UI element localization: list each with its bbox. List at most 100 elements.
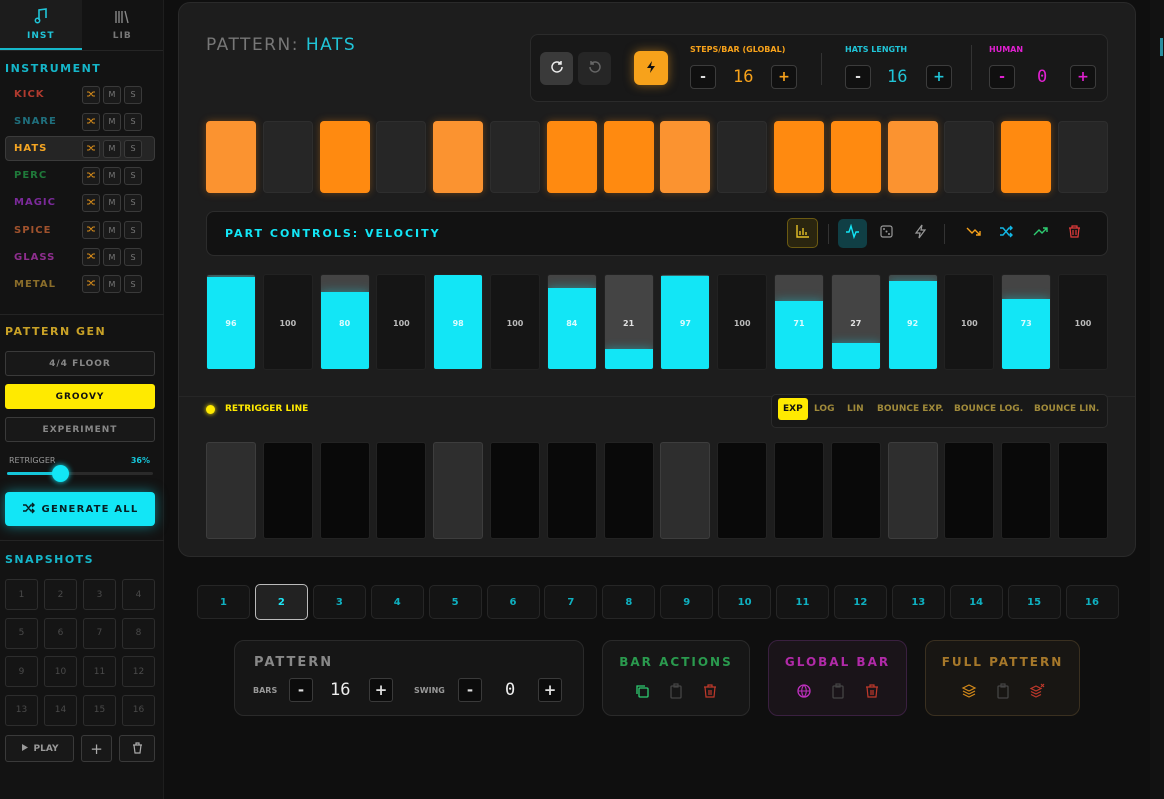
retrigger-cell[interactable] <box>660 442 711 539</box>
bar-tab-16[interactable]: 16 <box>1065 585 1119 619</box>
length-plus-button[interactable]: + <box>926 65 952 89</box>
velocity-cell[interactable]: 100 <box>262 274 313 370</box>
snapshot-slot[interactable]: 16 <box>122 694 155 726</box>
lightning-button[interactable] <box>909 222 931 244</box>
bar-tab-11[interactable]: 11 <box>776 585 829 619</box>
instrument-row-perc[interactable]: PERC M S <box>5 163 155 188</box>
solo-button[interactable]: S <box>124 275 142 294</box>
mute-button[interactable]: M <box>103 166 121 185</box>
step-cell[interactable] <box>433 121 484 193</box>
retrigger-cell[interactable] <box>206 442 256 539</box>
retrigger-mode-lin[interactable]: LIN <box>847 404 864 414</box>
tab-lib[interactable]: LIB <box>82 0 164 50</box>
scrollbar-track[interactable] <box>1150 0 1164 799</box>
instrument-row-glass[interactable]: GLASS M S <box>5 245 155 270</box>
snapshot-slot[interactable]: 13 <box>5 694 38 726</box>
step-cell[interactable] <box>830 121 881 193</box>
mute-button[interactable]: M <box>103 139 121 158</box>
retrigger-cell[interactable] <box>1001 442 1052 539</box>
velocity-cell[interactable]: 100 <box>717 274 768 370</box>
solo-button[interactable]: S <box>124 193 142 212</box>
generate-all-button[interactable]: GENERATE ALL <box>5 492 155 526</box>
step-cell[interactable] <box>319 121 370 193</box>
instrument-row-hats[interactable]: HATS M S <box>5 136 155 162</box>
scrollbar-thumb[interactable] <box>1160 38 1163 56</box>
solo-button[interactable]: S <box>124 221 142 239</box>
snapshot-slot[interactable]: 15 <box>83 694 116 726</box>
bar-tab-4[interactable]: 4 <box>370 585 424 619</box>
human-plus-button[interactable]: + <box>1070 65 1096 89</box>
trend-up-button[interactable] <box>1029 222 1051 244</box>
snapshot-slot[interactable]: 8 <box>122 617 155 649</box>
bar-tab-12[interactable]: 12 <box>833 585 887 619</box>
globe-icon[interactable] <box>796 683 812 703</box>
solo-button[interactable]: S <box>124 112 142 131</box>
retrigger-cell[interactable] <box>603 442 654 539</box>
bar-tab-2[interactable]: 2 <box>254 584 308 620</box>
velocity-cell[interactable]: 100 <box>376 274 427 370</box>
velocity-cell[interactable]: 27 <box>830 274 881 370</box>
retrigger-mode-bounce-log[interactable]: BOUNCE LOG. <box>954 404 1023 414</box>
bar-tab-13[interactable]: 13 <box>891 585 945 619</box>
gen-experiment-button[interactable]: EXPERIMENT <box>5 417 155 442</box>
velocity-cell[interactable]: 80 <box>319 274 370 370</box>
bar-tab-7[interactable]: 7 <box>544 585 598 619</box>
step-cell[interactable] <box>376 121 427 193</box>
instrument-row-kick[interactable]: KICK M S <box>5 82 155 107</box>
layers-icon[interactable] <box>961 683 977 703</box>
snapshot-slot[interactable]: 11 <box>83 656 116 687</box>
shuffle-button[interactable] <box>82 139 100 158</box>
shuffle-button[interactable] <box>82 112 100 131</box>
velocity-cell[interactable]: 73 <box>1001 274 1052 370</box>
velocity-cell[interactable]: 96 <box>206 274 256 370</box>
add-snapshot-button[interactable]: + <box>81 735 112 762</box>
step-cell[interactable] <box>490 121 540 193</box>
retrigger-slider[interactable] <box>7 472 153 475</box>
velocity-cell[interactable]: 84 <box>546 274 597 370</box>
retrigger-slider-handle[interactable] <box>52 465 69 482</box>
gen-groovy-button[interactable]: GROOVY <box>5 384 155 409</box>
refresh-button[interactable] <box>540 52 573 85</box>
snapshot-slot[interactable]: 5 <box>5 617 38 649</box>
step-cell[interactable] <box>206 121 256 193</box>
shuffle-button[interactable] <box>82 193 100 212</box>
delete-snapshot-button[interactable] <box>119 735 155 762</box>
retrigger-cell[interactable] <box>717 442 768 539</box>
trash-icon[interactable] <box>702 683 718 703</box>
snapshot-slot[interactable]: 14 <box>44 694 77 726</box>
snapshot-slot[interactable]: 9 <box>5 656 38 687</box>
bar-tab-8[interactable]: 8 <box>602 585 656 619</box>
retrigger-cell[interactable] <box>262 442 313 539</box>
generate-pattern-button[interactable] <box>634 51 668 85</box>
mute-button[interactable]: M <box>103 112 121 131</box>
snapshot-slot[interactable]: 12 <box>122 656 155 687</box>
steps-minus-button[interactable]: - <box>690 65 716 89</box>
retrigger-mode-bounce-exp[interactable]: BOUNCE EXP. <box>877 404 944 414</box>
tab-inst[interactable]: INST <box>0 0 82 50</box>
retrigger-cell[interactable] <box>774 442 824 539</box>
retrigger-cell[interactable] <box>433 442 484 539</box>
bar-tab-1[interactable]: 1 <box>197 585 250 619</box>
play-button[interactable]: PLAY <box>5 735 74 762</box>
instrument-row-spice[interactable]: SPICE M S <box>5 218 155 243</box>
step-cell[interactable] <box>944 121 995 193</box>
step-cell[interactable] <box>603 121 654 193</box>
bar-tab-5[interactable]: 5 <box>428 585 482 619</box>
snapshot-slot[interactable]: 6 <box>44 617 77 649</box>
snapshot-slot[interactable]: 4 <box>122 579 155 610</box>
velocity-cell[interactable]: 98 <box>433 274 484 370</box>
velocity-cell[interactable]: 97 <box>660 274 711 370</box>
retrigger-mode-log[interactable]: LOG <box>814 404 834 414</box>
mute-button[interactable]: M <box>103 275 121 294</box>
retrigger-mode-bounce-lin[interactable]: BOUNCE LIN. <box>1034 404 1099 414</box>
solo-button[interactable]: S <box>124 248 142 267</box>
bar-tab-14[interactable]: 14 <box>949 585 1003 619</box>
bar-tab-9[interactable]: 9 <box>660 585 714 619</box>
trend-down-button[interactable] <box>962 222 984 244</box>
bar-tab-6[interactable]: 6 <box>486 585 540 619</box>
solo-button[interactable]: S <box>124 139 142 158</box>
shuffle-button[interactable] <box>82 275 100 294</box>
step-cell[interactable] <box>717 121 768 193</box>
swing-minus-button[interactable]: - <box>458 678 482 702</box>
retrigger-cell[interactable] <box>830 442 881 539</box>
